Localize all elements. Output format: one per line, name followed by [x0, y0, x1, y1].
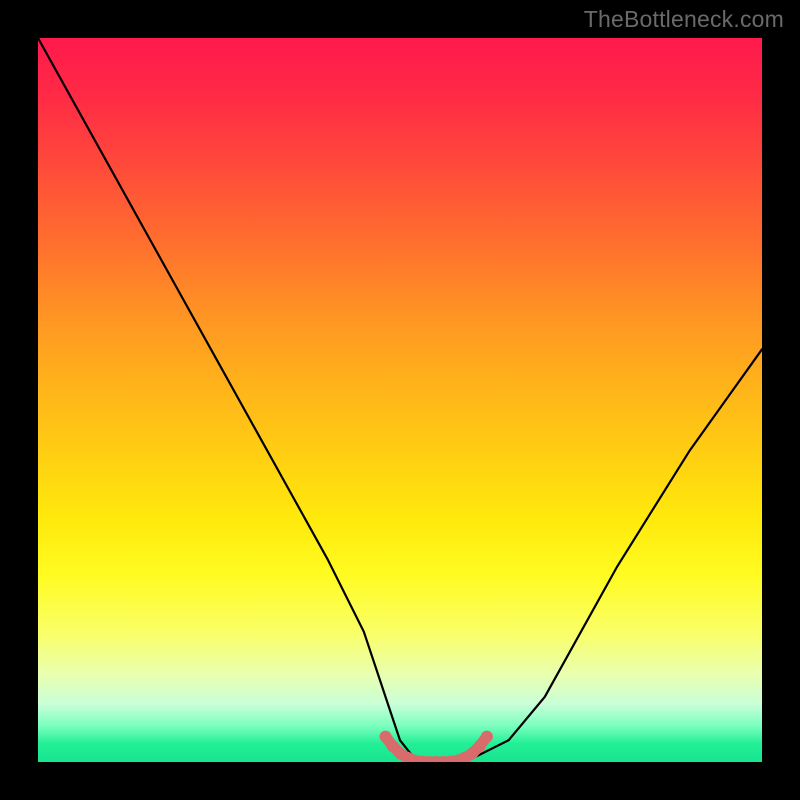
plot-area — [38, 38, 762, 762]
trough-dot — [380, 731, 392, 743]
bottleneck-curve — [38, 38, 762, 762]
trough-dot — [481, 731, 493, 743]
trough-dots — [380, 731, 493, 762]
chart-overlay — [38, 38, 762, 762]
watermark-text: TheBottleneck.com — [584, 6, 784, 33]
trough-dot — [474, 740, 486, 752]
chart-frame: TheBottleneck.com — [0, 0, 800, 800]
